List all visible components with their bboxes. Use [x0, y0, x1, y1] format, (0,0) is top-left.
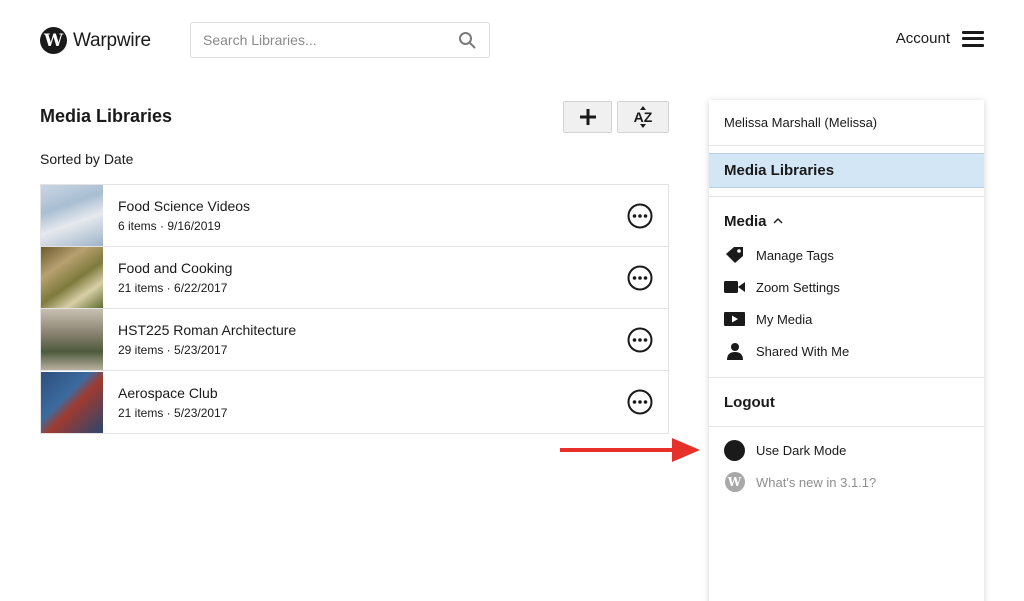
library-meta: 21 items · 5/23/2017	[118, 405, 228, 420]
sort-alphabetical-button[interactable]: AZ	[617, 101, 669, 133]
search-input[interactable]	[203, 32, 457, 48]
menu-divider	[709, 196, 984, 197]
menu-user-name: Melissa Marshall (Melissa)	[709, 100, 984, 146]
menu-section-label: Media	[724, 212, 767, 230]
search-box[interactable]	[190, 22, 490, 58]
plus-icon	[579, 109, 596, 125]
library-name[interactable]: Food Science Videos	[118, 198, 627, 214]
menu-section-media[interactable]: Media	[709, 203, 984, 239]
dark-mode-icon	[724, 439, 745, 461]
search-icon[interactable]	[457, 30, 477, 50]
more-options-icon[interactable]	[627, 327, 653, 353]
library-row[interactable]: HST225 Roman Architecture 29 items · 5/2…	[41, 309, 668, 371]
sort-az-icon: AZ	[634, 106, 653, 128]
warpwire-logo[interactable]: W Warpwire	[40, 27, 151, 54]
more-options-icon[interactable]	[627, 389, 653, 415]
menu-item-shared-with-me[interactable]: Shared With Me	[709, 335, 984, 367]
library-thumbnail[interactable]	[41, 247, 103, 308]
add-library-button[interactable]	[563, 101, 612, 133]
menu-divider	[709, 426, 984, 427]
library-name[interactable]: Aerospace Club	[118, 385, 627, 401]
library-thumbnail[interactable]	[41, 309, 103, 370]
menu-item-label: Zoom Settings	[756, 279, 840, 295]
menu-item-media-libraries[interactable]: Media Libraries	[709, 153, 984, 188]
account-label: Account	[895, 30, 950, 47]
menu-item-manage-tags[interactable]: Manage Tags	[709, 239, 984, 271]
annotation-arrow-icon	[560, 438, 700, 462]
sort-label: Sorted by Date	[40, 151, 134, 167]
menu-item-zoom-settings[interactable]: Zoom Settings	[709, 271, 984, 303]
library-meta: 6 items · 9/16/2019	[118, 219, 221, 233]
tag-icon	[725, 247, 743, 263]
whats-new-link[interactable]: W What's new in 3.1.1?	[709, 466, 984, 498]
hamburger-icon[interactable]	[962, 30, 984, 47]
menu-item-label: Manage Tags	[756, 247, 834, 263]
menu-item-label: Shared With Me	[756, 343, 850, 359]
logo-mark-icon: W	[40, 27, 67, 54]
more-options-icon[interactable]	[627, 203, 653, 229]
library-meta: 21 items · 6/22/2017	[118, 281, 228, 295]
library-row[interactable]: Aerospace Club 21 items · 5/23/2017	[41, 371, 668, 433]
chevron-up-icon	[773, 218, 783, 224]
play-icon	[724, 312, 745, 326]
warpwire-badge-icon: W	[724, 472, 745, 492]
account-menu-panel: Melissa Marshall (Melissa) Media Librari…	[709, 100, 984, 601]
logout-button[interactable]: Logout	[709, 378, 984, 426]
sort-glyph: AZ	[634, 109, 653, 125]
logo-text: Warpwire	[73, 29, 151, 51]
dark-mode-label: Use Dark Mode	[756, 442, 847, 458]
whats-new-label: What's new in 3.1.1?	[756, 474, 877, 490]
library-thumbnail[interactable]	[41, 371, 103, 433]
library-thumbnail[interactable]	[41, 185, 103, 246]
person-icon	[726, 343, 743, 360]
account-menu-toggle[interactable]: Account	[896, 30, 984, 47]
more-options-icon[interactable]	[627, 265, 653, 291]
library-row[interactable]: Food and Cooking 21 items · 6/22/2017	[41, 247, 668, 309]
library-name[interactable]: Food and Cooking	[118, 260, 627, 276]
video-camera-icon	[724, 281, 745, 293]
library-list: Food Science Videos 6 items · 9/16/2019 …	[40, 184, 669, 434]
library-name[interactable]: HST225 Roman Architecture	[118, 322, 627, 338]
menu-item-label: My Media	[756, 311, 813, 327]
dark-mode-toggle[interactable]: Use Dark Mode	[709, 434, 984, 466]
page-title: Media Libraries	[40, 106, 173, 126]
library-meta: 29 items · 5/23/2017	[118, 343, 228, 357]
menu-item-my-media[interactable]: My Media	[709, 303, 984, 335]
library-row[interactable]: Food Science Videos 6 items · 9/16/2019	[41, 185, 668, 247]
